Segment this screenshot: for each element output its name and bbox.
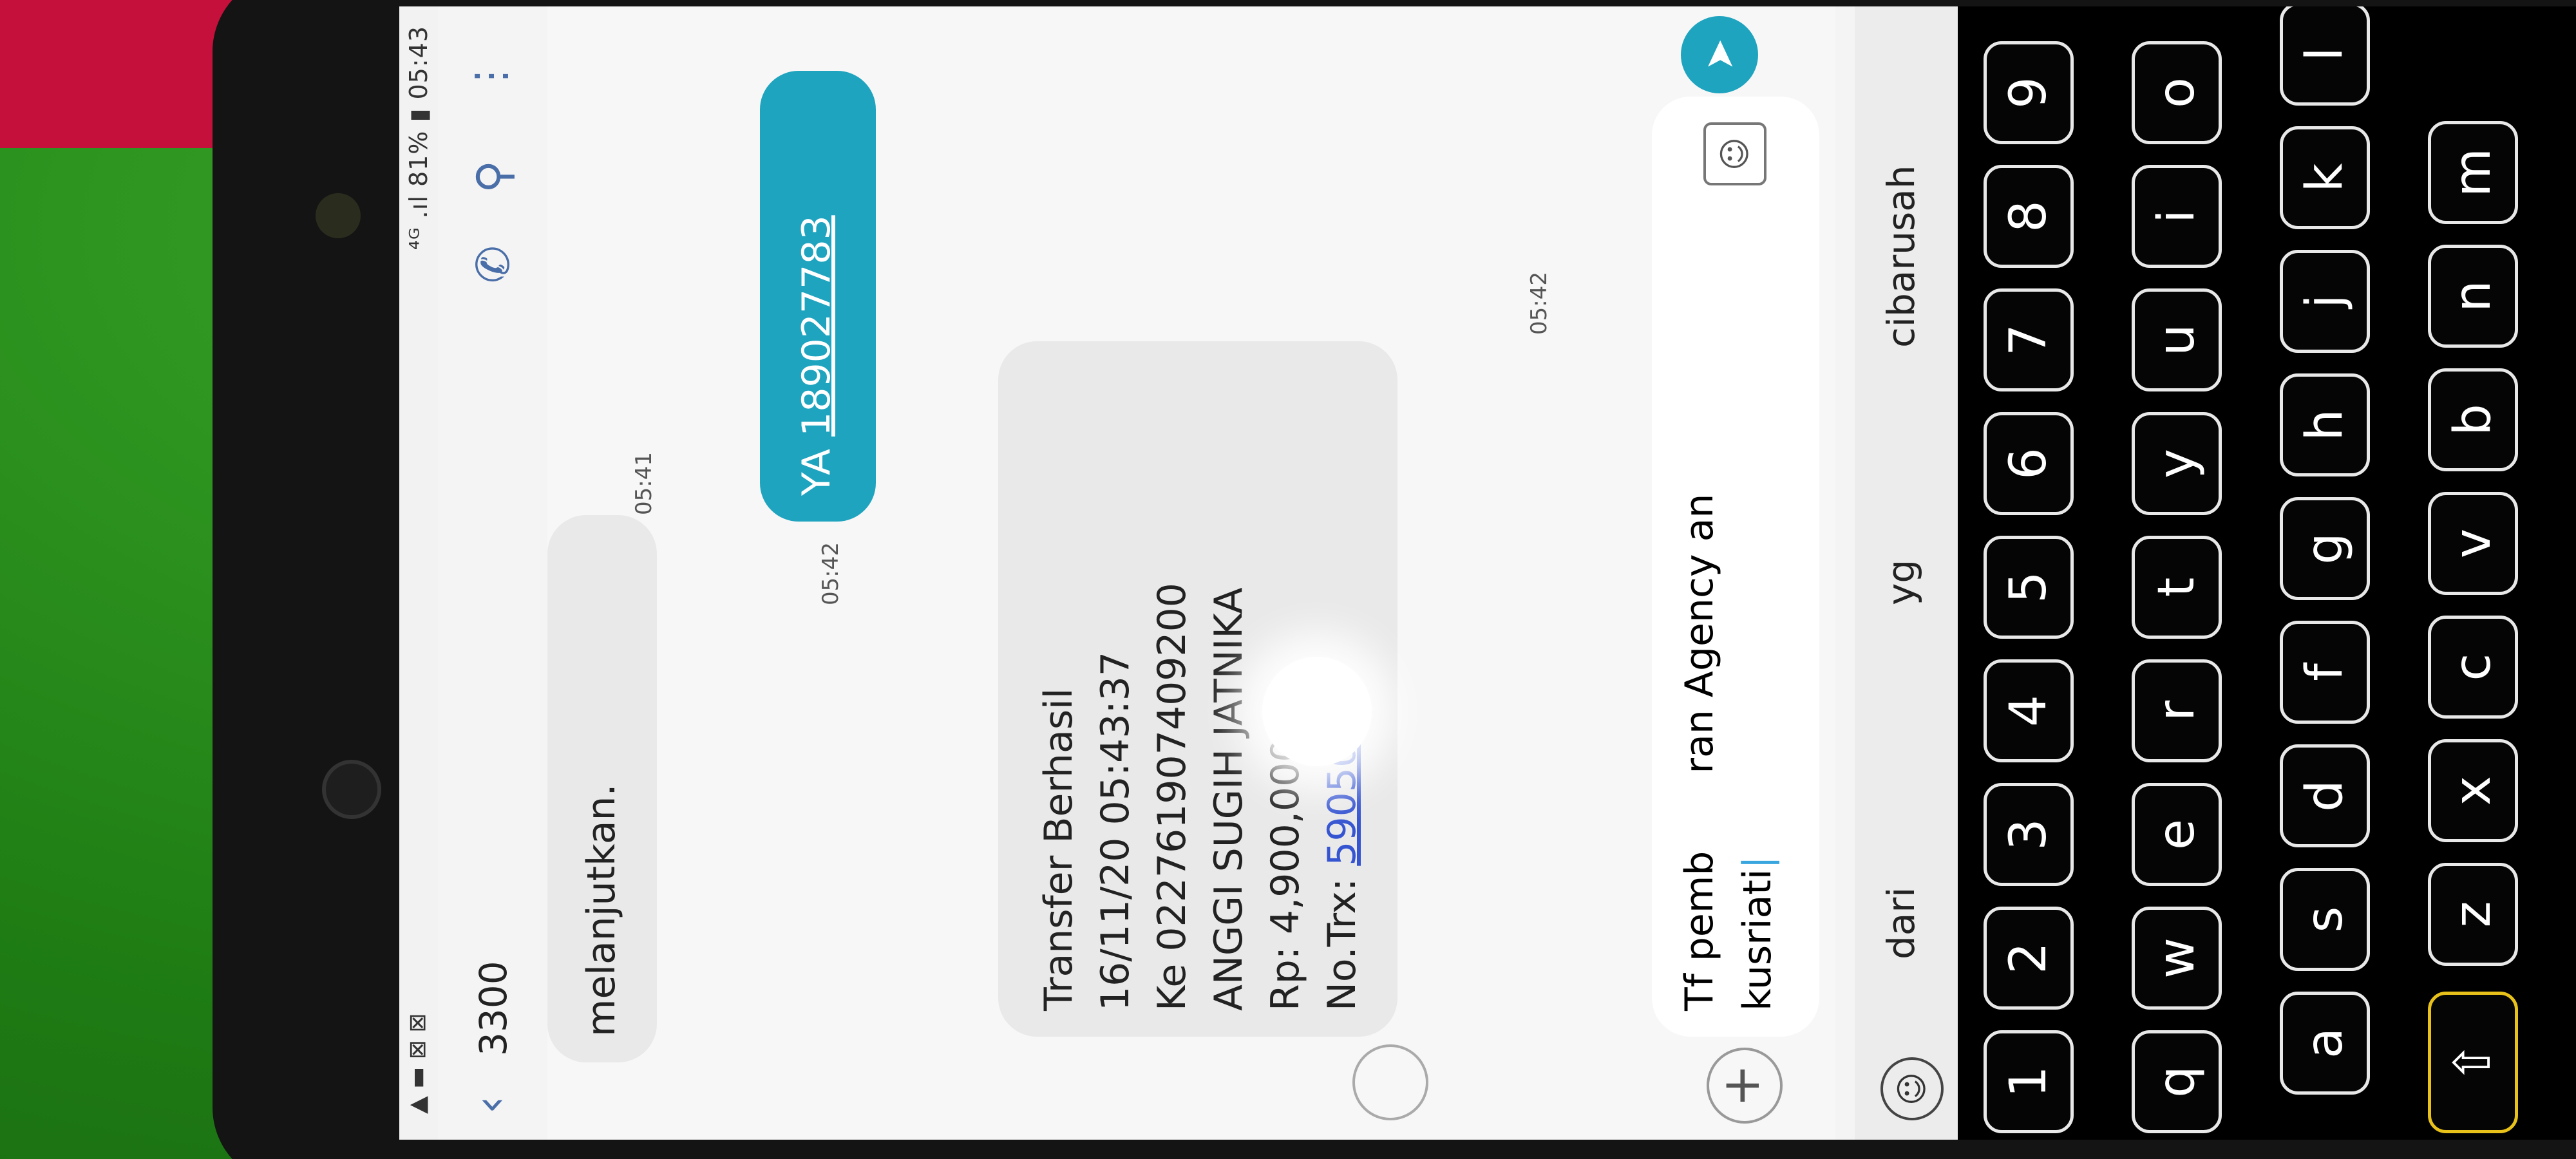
chevron-left-icon[interactable]: ‹ — [464, 1096, 516, 1114]
key-q[interactable]: q — [2132, 1030, 2222, 1133]
message-input[interactable]: Tf pembran Agency an kusriati| ☺ — [1652, 97, 1819, 1037]
key-e[interactable]: e — [2132, 783, 2222, 886]
search-icon[interactable]: ⚲ — [467, 160, 520, 193]
key-5[interactable]: 5 — [1984, 536, 2074, 639]
key-l[interactable]: l — [2280, 6, 2370, 106]
key-4[interactable]: 4 — [1984, 659, 2074, 762]
key-2[interactable]: 2 — [1984, 907, 2074, 1010]
key-3[interactable]: 3 — [1984, 783, 2074, 886]
contact-name: 3300 — [471, 961, 515, 1056]
key-r[interactable]: r — [2132, 659, 2222, 762]
key-n[interactable]: n — [2428, 245, 2518, 348]
message-bubble-prev: melanjutkan. — [547, 515, 657, 1062]
status-right: ⁴ᴳ .ıl 81% ▮ 05:43 — [404, 26, 433, 250]
sticker-icon[interactable]: ☺ — [1703, 122, 1766, 185]
key-w[interactable]: w — [2132, 907, 2222, 1010]
sent-text: YA — [794, 436, 839, 496]
phone-screen: ▲ ▬ ⊠ ⊠ ⁴ᴳ .ıl 81% ▮ 05:43 ‹ 3300 ✆ ⚲ ⋮ … — [399, 6, 2576, 1140]
more-vertical-icon[interactable]: ⋮ — [467, 55, 515, 97]
message-line: Rp: 4,900,000 — [1263, 737, 1308, 1011]
key-shift[interactable]: ⇧ — [2428, 992, 2518, 1133]
input-text: ran Agency an — [1677, 493, 1722, 774]
key-6[interactable]: 6 — [1984, 412, 2074, 515]
key-8[interactable]: 8 — [1984, 165, 2074, 268]
suggestion-item[interactable]: cibarusah — [1879, 165, 1923, 348]
message-thread: melanjutkan. 05:41 05:42 YA 189027783 Tr… — [547, 6, 1642, 1140]
camera-lens — [316, 193, 361, 238]
message-text: melanjutkan. — [579, 784, 624, 1037]
phone-icon[interactable]: ✆ — [467, 245, 520, 283]
key-1[interactable]: 1 — [1984, 1030, 2074, 1133]
key-f[interactable]: f — [2280, 621, 2370, 724]
send-icon[interactable]: ➤ — [1681, 16, 1758, 93]
composer: + Tf pembran Agency an kusriati| ☺ ➤ — [1642, 6, 1835, 1140]
key-g[interactable]: g — [2280, 497, 2370, 600]
key-7[interactable]: 7 — [1984, 288, 2074, 391]
sent-message-bubble[interactable]: YA 189027783 — [760, 71, 876, 522]
key-z[interactable]: z — [2428, 863, 2518, 966]
key-a[interactable]: a — [2280, 992, 2370, 1095]
key-t[interactable]: t — [2132, 536, 2222, 639]
key-9[interactable]: 9 — [1984, 41, 2074, 144]
key-o[interactable]: o — [2132, 41, 2222, 144]
key-h[interactable]: h — [2280, 373, 2370, 476]
message-line: ANGGI SUGIH JATNIKA — [1206, 587, 1251, 1011]
suggestion-item[interactable]: dari — [1879, 887, 1923, 959]
input-text: Tf pemb — [1677, 851, 1722, 1011]
status-icons: ▲ ▬ ⊠ ⊠ — [404, 1013, 431, 1114]
key-v[interactable]: v — [2428, 492, 2518, 595]
light-glare — [1262, 657, 1372, 766]
keyboard: 1 2 3 4 5 6 7 8 9 q w e r t y u i o a s d f g h j k l ⇧ z x c v b n m — [1958, 6, 2576, 1140]
suggestion-item[interactable]: yg — [1879, 560, 1923, 605]
message-time: 05:41 — [631, 452, 657, 515]
suggestion-bar: ☺ dari yg cibarusah — [1855, 6, 1958, 1140]
message-line: 16/11/20 05:43:37 — [1093, 651, 1138, 1011]
input-text: kusriati — [1735, 869, 1780, 1012]
message-time: 05:42 — [818, 542, 844, 605]
key-y[interactable]: y — [2132, 412, 2222, 515]
key-b[interactable]: b — [2428, 368, 2518, 471]
message-line: Transfer Berhasil — [1036, 688, 1081, 1011]
key-x[interactable]: x — [2428, 739, 2518, 842]
photo-scene: ▲ ▬ ⊠ ⊠ ⁴ᴳ .ıl 81% ▮ 05:43 ‹ 3300 ✆ ⚲ ⋮ … — [0, 0, 2576, 1159]
key-u[interactable]: u — [2132, 288, 2222, 391]
status-bar: ▲ ▬ ⊠ ⊠ ⁴ᴳ .ıl 81% ▮ 05:43 — [399, 6, 438, 1140]
sensor — [322, 760, 381, 819]
key-c[interactable]: c — [2428, 616, 2518, 719]
key-k[interactable]: k — [2280, 126, 2370, 229]
trx-label: No.Trx: — [1320, 865, 1365, 1011]
key-d[interactable]: d — [2280, 744, 2370, 847]
key-j[interactable]: j — [2280, 250, 2370, 353]
plus-icon[interactable]: + — [1707, 1048, 1783, 1124]
key-s[interactable]: s — [2280, 868, 2370, 971]
avatar — [1352, 1044, 1428, 1120]
message-time: 05:42 — [1526, 272, 1552, 335]
message-line: Ke 02276190740920​0 — [1150, 583, 1195, 1011]
emoji-icon[interactable]: ☺ — [1880, 1057, 1944, 1120]
sent-link[interactable]: 189027783 — [794, 215, 839, 437]
key-i[interactable]: i — [2132, 165, 2222, 268]
app-bar: ‹ 3300 ✆ ⚲ ⋮ — [438, 6, 547, 1140]
key-m[interactable]: m — [2428, 121, 2518, 224]
